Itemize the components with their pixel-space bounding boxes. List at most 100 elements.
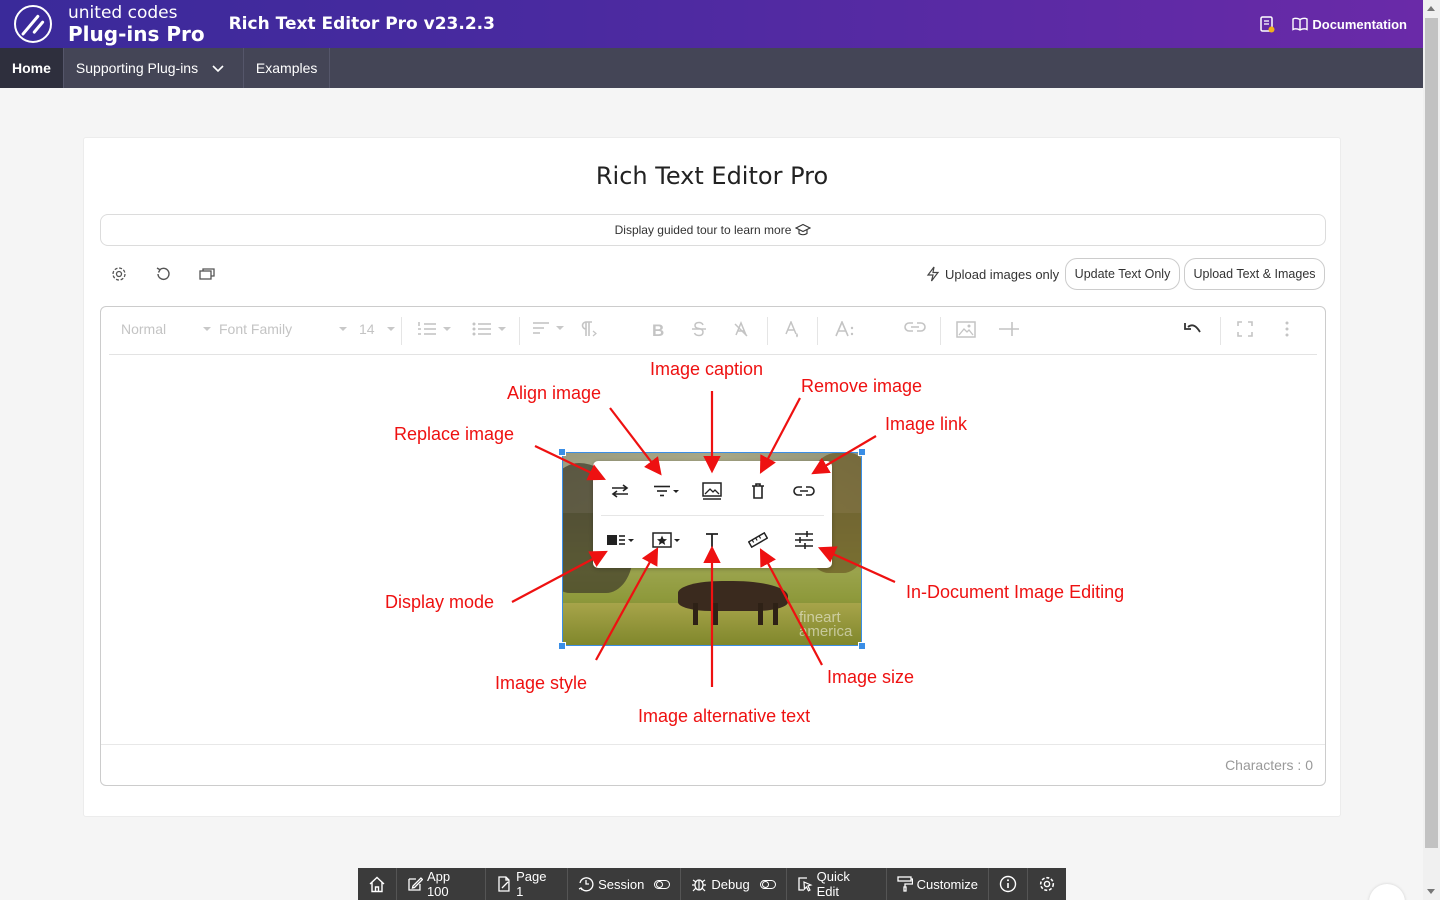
resize-handle-bottom-right[interactable]	[858, 642, 866, 650]
dev-quick-edit-button[interactable]: Quick Edit	[787, 868, 887, 900]
app-title: Rich Text Editor Pro v23.2.3	[228, 14, 495, 34]
image-alt-text-icon[interactable]	[695, 526, 729, 554]
undo-icon[interactable]	[1183, 321, 1203, 335]
character-count: Characters : 0	[1225, 757, 1313, 773]
alignment-button[interactable]	[532, 321, 564, 335]
display-mode-icon[interactable]	[603, 526, 637, 554]
quick-edit-icon	[798, 877, 813, 892]
upload-images-only-label: Upload images only	[945, 266, 1060, 282]
scroll-down-arrow[interactable]	[1427, 889, 1435, 894]
bold-icon[interactable]: B	[652, 321, 664, 341]
font-size-value: 14	[359, 321, 375, 337]
annotation-image-style: Image style	[495, 673, 588, 693]
dev-page-button[interactable]: Page 1	[486, 868, 569, 900]
paragraph-button[interactable]	[579, 321, 597, 337]
dev-page-label: Page 1	[516, 869, 547, 899]
bulleted-list-icon	[472, 322, 491, 336]
reset-icon[interactable]	[153, 264, 173, 284]
annotation-image-size: Image size	[827, 667, 915, 687]
annotation-display-mode: Display mode	[385, 592, 495, 612]
bug-icon	[692, 879, 707, 892]
windows-icon[interactable]	[197, 264, 217, 284]
image-watermark: fineart america	[799, 610, 853, 641]
paragraph-icon	[581, 321, 597, 337]
fullscreen-icon[interactable]	[1237, 321, 1253, 337]
upload-images-only-button[interactable]: Upload images only	[926, 266, 1059, 282]
more-options-icon[interactable]	[1285, 321, 1289, 337]
image-horse-leg	[773, 603, 778, 625]
toolbar-divider	[817, 317, 818, 345]
image-caption-icon[interactable]	[695, 477, 729, 505]
remove-image-icon[interactable]	[741, 477, 775, 505]
dev-customize-label: Customize	[916, 876, 979, 892]
dev-info-button[interactable]	[989, 868, 1029, 900]
dev-app-button[interactable]: App 100	[397, 868, 487, 900]
image-editing-sliders-icon[interactable]	[787, 526, 821, 554]
font-size-dropdown[interactable]: 14	[359, 321, 395, 337]
nav-supporting-plugins-label: Supporting Plug-ins	[75, 60, 199, 76]
lightning-icon	[926, 266, 940, 282]
text-size-icon[interactable]	[835, 321, 855, 337]
graduation-cap-icon	[795, 223, 812, 236]
image-link-icon[interactable]	[787, 477, 821, 505]
session-toggle-icon[interactable]	[654, 879, 671, 889]
upload-text-images-button[interactable]: Upload Text & Images	[1184, 258, 1325, 290]
watermark-line2: america	[799, 623, 853, 641]
toolbar-divider	[519, 317, 520, 345]
caret-down-icon	[556, 326, 564, 330]
replace-image-icon[interactable]	[603, 477, 637, 505]
link-icon[interactable]	[904, 321, 926, 333]
nav-supporting-plugins[interactable]: Supporting Plug-ins	[64, 48, 244, 88]
notes-icon[interactable]	[1258, 15, 1276, 33]
dev-quick-edit-label: Quick Edit	[816, 869, 850, 899]
block-style-dropdown[interactable]: Normal	[121, 321, 211, 337]
paint-roller-icon	[896, 876, 913, 892]
image-style-icon[interactable]	[649, 526, 683, 554]
caret-down-icon	[628, 538, 634, 542]
floating-action-button[interactable]	[1369, 884, 1405, 900]
font-family-dropdown[interactable]: Font Family	[219, 321, 347, 337]
align-image-icon[interactable]	[649, 477, 683, 505]
resize-handle-top-right[interactable]	[858, 448, 866, 456]
debug-toggle-icon[interactable]	[759, 879, 776, 889]
dev-session-button[interactable]: Session	[568, 868, 682, 900]
scroll-thumb[interactable]	[1425, 18, 1438, 848]
logo-text[interactable]: united codes Plug-ins Pro	[68, 2, 205, 44]
dev-customize-button[interactable]: Customize	[887, 868, 990, 900]
update-text-only-button[interactable]: Update Text Only	[1065, 258, 1180, 290]
image-horse-leg	[713, 603, 718, 625]
dev-settings-button[interactable]	[1028, 868, 1066, 900]
editor-toolbar: Normal Font Family 14 B	[109, 307, 1317, 355]
dev-debug-button[interactable]: Debug	[681, 868, 787, 900]
toolbar-divider	[767, 317, 768, 345]
scroll-up-arrow[interactable]	[1427, 6, 1435, 11]
annotation-align-image: Align image	[507, 383, 602, 403]
insert-horizontal-line-icon[interactable]	[998, 321, 1020, 337]
image-horse-leg	[758, 603, 763, 625]
session-icon	[578, 877, 594, 892]
clear-format-icon[interactable]	[733, 321, 749, 337]
bulleted-list-button[interactable]	[472, 321, 506, 337]
image-horse-leg	[693, 603, 698, 625]
numbered-list-button[interactable]	[417, 321, 451, 337]
dev-debug-label: Debug	[711, 876, 750, 892]
gear-icon[interactable]	[109, 264, 129, 284]
font-family-value: Font Family	[219, 321, 293, 337]
font-color-icon[interactable]	[784, 321, 800, 339]
strikethrough-icon[interactable]	[691, 321, 707, 337]
insert-image-icon[interactable]	[956, 321, 976, 338]
page-scrollbar[interactable]	[1423, 0, 1440, 900]
documentation-link[interactable]: Documentation	[1292, 17, 1407, 32]
guided-tour-button[interactable]: Display guided tour to learn more	[100, 214, 1326, 246]
nav-home[interactable]: Home	[0, 48, 64, 88]
book-icon	[1292, 17, 1309, 31]
united-codes-logo-icon[interactable]	[14, 5, 52, 43]
resize-handle-top-left[interactable]	[558, 448, 566, 456]
image-size-ruler-icon[interactable]	[741, 526, 775, 554]
resize-handle-bottom-left[interactable]	[558, 642, 566, 650]
nav-examples[interactable]: Examples	[244, 48, 331, 88]
dev-home-button[interactable]	[358, 868, 397, 900]
image-toolbar-divider	[601, 515, 824, 516]
logo-top-text: united codes	[68, 2, 178, 23]
info-icon	[999, 875, 1017, 893]
